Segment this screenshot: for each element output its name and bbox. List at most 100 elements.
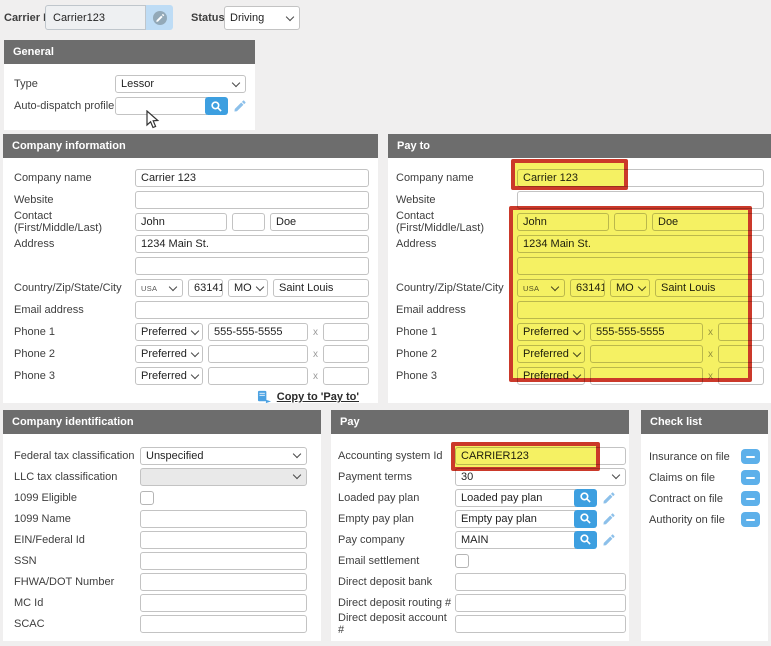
email-settlement-checkbox[interactable]: [455, 554, 469, 568]
company-identification-title: Company identification: [12, 416, 134, 428]
payto-zip-input[interactable]: 63141: [570, 279, 605, 297]
empty-pay-plan-edit-button[interactable]: [602, 512, 616, 526]
website-input[interactable]: [135, 191, 369, 209]
country-value: USA: [141, 284, 157, 293]
auto-dispatch-input[interactable]: [115, 97, 207, 115]
payto-address-line1-input[interactable]: 1234 Main St.: [517, 235, 764, 253]
authority-on-file-minus-button[interactable]: [741, 512, 760, 527]
payto-phone2-type-dropdown[interactable]: Preferred: [517, 345, 585, 363]
payto-address-line2-input[interactable]: [517, 257, 764, 275]
carrier-id-edit-button[interactable]: [146, 5, 173, 30]
llc-tax-dropdown[interactable]: [140, 468, 307, 486]
payto-phone1-type-dropdown[interactable]: Preferred: [517, 323, 585, 341]
country-label: Country/Zip/State/City: [14, 282, 135, 294]
search-icon: [579, 512, 592, 525]
ssn-input[interactable]: [140, 552, 307, 570]
phone3-ext-input[interactable]: [323, 367, 369, 385]
accounting-id-input[interactable]: CARRIER123: [455, 447, 626, 465]
payto-website-input[interactable]: [517, 191, 764, 209]
payto-state-value: MO: [616, 282, 634, 294]
empty-pay-plan-search-button[interactable]: [574, 510, 597, 528]
payment-terms-label: Payment terms: [338, 471, 455, 483]
1099-eligible-checkbox[interactable]: [140, 491, 154, 505]
payto-phone1-ext-input[interactable]: [718, 323, 764, 341]
pay-company-search-button[interactable]: [574, 531, 597, 549]
phone1-number-input[interactable]: 555-555-5555: [208, 323, 308, 341]
company-name-input[interactable]: Carrier 123: [135, 169, 369, 187]
loaded-pay-plan-search-button[interactable]: [574, 489, 597, 507]
direct-deposit-routing-label: Direct deposit routing #: [338, 597, 455, 609]
mc-id-input[interactable]: [140, 594, 307, 612]
payto-email-input[interactable]: [517, 301, 764, 319]
scac-input[interactable]: [140, 615, 307, 633]
type-dropdown[interactable]: Lessor: [115, 75, 246, 93]
chevron-down-icon: [637, 282, 645, 290]
empty-pay-plan-input[interactable]: Empty pay plan: [455, 510, 576, 528]
carrier-id-input[interactable]: Carrier123: [45, 5, 146, 30]
state-dropdown[interactable]: MO: [228, 279, 268, 297]
email-settlement-row: Email settlement: [338, 550, 626, 571]
contact-last-input[interactable]: Doe: [270, 213, 369, 231]
phone1-ext-input[interactable]: [323, 323, 369, 341]
payto-contact-first-input[interactable]: John: [517, 213, 609, 231]
payto-phone3-number-input[interactable]: [590, 367, 703, 385]
phone3-type-dropdown[interactable]: Preferred: [135, 367, 203, 385]
loaded-pay-plan-input[interactable]: Loaded pay plan: [455, 489, 576, 507]
loaded-pay-plan-edit-button[interactable]: [602, 491, 616, 505]
pay-company-input[interactable]: MAIN: [455, 531, 576, 549]
phone2-type-dropdown[interactable]: Preferred: [135, 345, 203, 363]
federal-tax-dropdown[interactable]: Unspecified: [140, 447, 307, 465]
pay-company-edit-button[interactable]: [602, 533, 616, 547]
payto-phone1-number-input[interactable]: 555-555-5555: [590, 323, 703, 341]
copy-to-pay-to-link[interactable]: Copy to 'Pay to': [277, 391, 359, 403]
company-identification-section: Company identification Federal tax class…: [3, 410, 321, 641]
auto-dispatch-edit-button[interactable]: [233, 99, 247, 113]
payto-country-value: USA: [523, 284, 539, 293]
payto-phone3-type-dropdown[interactable]: Preferred: [517, 367, 585, 385]
scac-label: SCAC: [14, 618, 140, 630]
address-line2-input[interactable]: [135, 257, 369, 275]
direct-deposit-routing-input[interactable]: [455, 594, 626, 612]
company-information-section: Company information Company name Carrier…: [3, 134, 378, 403]
payto-state-dropdown[interactable]: MO: [610, 279, 650, 297]
address-line1-input[interactable]: 1234 Main St.: [135, 235, 369, 253]
phone1-type-dropdown[interactable]: Preferred: [135, 323, 203, 341]
payto-company-name-input[interactable]: Carrier 123: [517, 169, 764, 187]
pay-title: Pay: [340, 416, 360, 428]
status-dropdown[interactable]: Driving: [224, 6, 300, 30]
direct-deposit-account-input[interactable]: [455, 615, 626, 633]
direct-deposit-bank-input[interactable]: [455, 573, 626, 591]
payto-phone2-ext-input[interactable]: [718, 345, 764, 363]
country-dropdown[interactable]: USA: [135, 279, 183, 297]
loaded-pay-plan-label: Loaded pay plan: [338, 492, 455, 504]
email-input[interactable]: [135, 301, 369, 319]
phone2-number-input[interactable]: [208, 345, 308, 363]
phone3-number-input[interactable]: [208, 367, 308, 385]
fhwa-input[interactable]: [140, 573, 307, 591]
payto-phone2-number-input[interactable]: [590, 345, 703, 363]
contact-middle-input[interactable]: [232, 213, 265, 231]
chevron-down-icon: [255, 282, 263, 290]
1099-eligible-label: 1099 Eligible: [14, 492, 140, 504]
empty-pay-plan-label: Empty pay plan: [338, 513, 455, 525]
payto-contact-middle-input[interactable]: [614, 213, 647, 231]
phone2-ext-input[interactable]: [323, 345, 369, 363]
contract-on-file-minus-button[interactable]: [741, 491, 760, 506]
payto-country-dropdown[interactable]: USA: [517, 279, 565, 297]
auto-dispatch-search-button[interactable]: [205, 97, 228, 115]
claims-on-file-minus-button[interactable]: [741, 470, 760, 485]
chevron-down-icon: [573, 370, 581, 378]
ssn-label: SSN: [14, 555, 140, 567]
city-input[interactable]: Saint Louis: [273, 279, 369, 297]
ein-input[interactable]: [140, 531, 307, 549]
1099-name-input[interactable]: [140, 510, 307, 528]
payto-contact-last-input[interactable]: Doe: [652, 213, 764, 231]
zip-input[interactable]: 63141: [188, 279, 223, 297]
insurance-on-file-minus-button[interactable]: [741, 449, 760, 464]
minus-icon: [746, 498, 755, 500]
payto-city-input[interactable]: Saint Louis: [655, 279, 764, 297]
federal-tax-label: Federal tax classification: [14, 450, 140, 462]
contact-first-input[interactable]: John: [135, 213, 227, 231]
payto-phone3-ext-input[interactable]: [718, 367, 764, 385]
payment-terms-dropdown[interactable]: 30: [455, 468, 626, 486]
